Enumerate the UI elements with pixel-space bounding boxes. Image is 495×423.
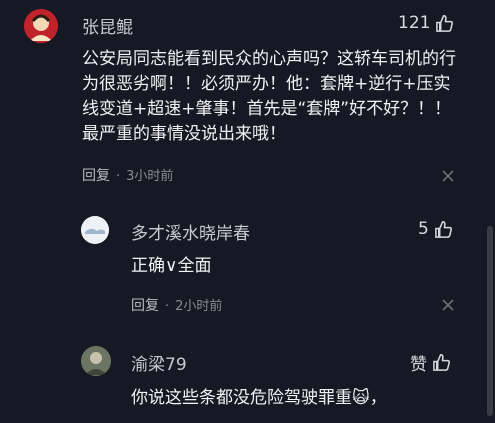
like-button[interactable]: 5 xyxy=(418,219,453,239)
close-icon[interactable] xyxy=(441,298,455,312)
username[interactable]: 张昆鲲 xyxy=(82,13,133,38)
separator-dot: · xyxy=(116,169,121,184)
thumbs-up-icon xyxy=(434,220,452,238)
avatar[interactable] xyxy=(81,346,111,376)
timestamp: 2小时前 xyxy=(175,299,223,314)
avatar-image-icon xyxy=(81,346,111,376)
thumbs-up-icon xyxy=(436,14,454,32)
comment-text: 你说这些条都没危险驾驶罪重🙀， xyxy=(131,388,387,408)
close-icon[interactable] xyxy=(441,169,455,183)
comment-text: 公安局同志能看到民众的心声吗？这轿车司机的行为很恶劣啊！！必须严办！他：套牌+逆… xyxy=(82,49,456,144)
avatar-image-icon xyxy=(81,216,109,244)
like-count: 121 xyxy=(398,13,431,33)
like-button[interactable]: 121 xyxy=(398,13,480,33)
comment-meta: 回复 · 3小时前 xyxy=(82,165,173,185)
avatar[interactable] xyxy=(81,216,109,244)
username[interactable]: 渝梁79 xyxy=(131,350,187,375)
separator-dot: · xyxy=(165,299,170,314)
avatar[interactable] xyxy=(24,9,58,43)
avatar-image-icon xyxy=(24,9,58,43)
comment-text: 正确∨全面 xyxy=(131,256,212,276)
scrollbar[interactable] xyxy=(487,226,493,416)
username[interactable]: 多才溪水晓岸春 xyxy=(131,219,250,244)
comment-meta: 回复 · 2小时前 xyxy=(131,295,222,315)
reply-button[interactable]: 回复 xyxy=(131,298,159,314)
reply-button[interactable]: 回复 xyxy=(82,168,110,184)
like-count: 5 xyxy=(418,219,429,239)
timestamp: 3小时前 xyxy=(126,169,174,184)
like-button[interactable]: 赞 xyxy=(410,350,451,375)
like-label: 赞 xyxy=(410,355,427,375)
thumbs-up-icon xyxy=(433,354,450,371)
